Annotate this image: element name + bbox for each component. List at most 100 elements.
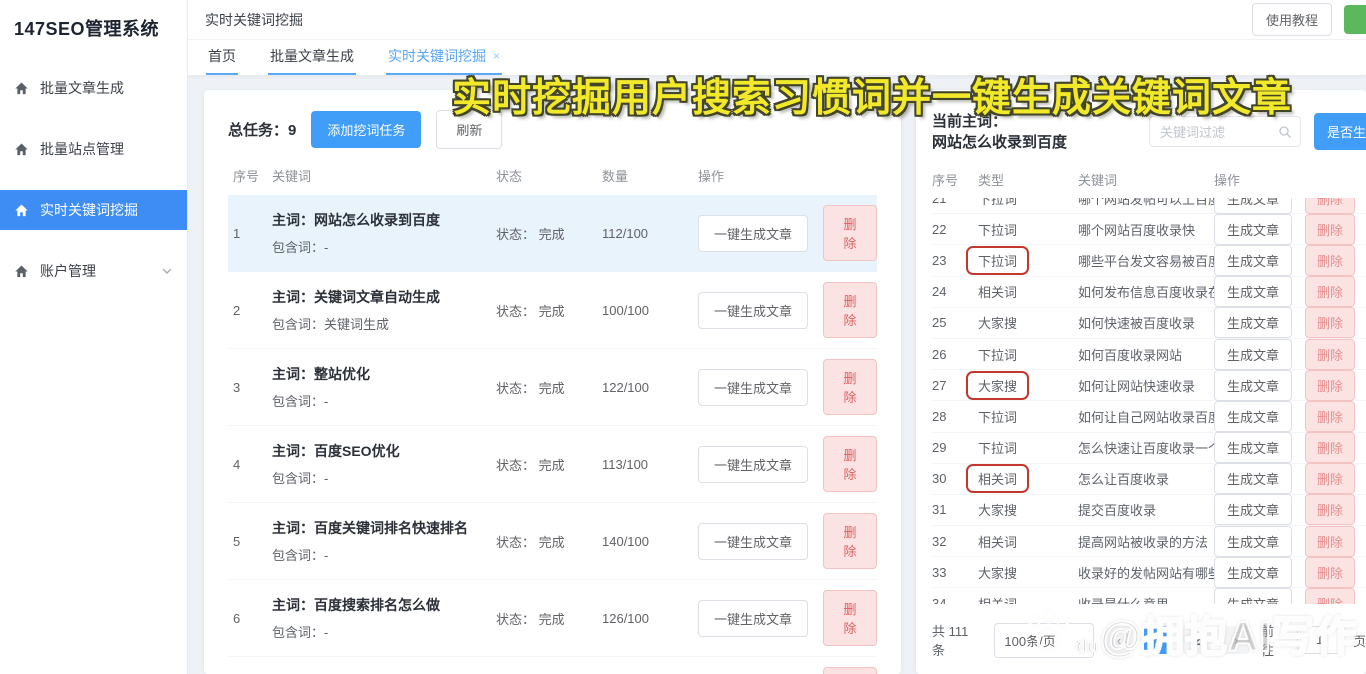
status-value: 完成 xyxy=(539,612,565,627)
generate-article-button[interactable]: 生成文章 xyxy=(1214,339,1292,370)
generate-article-button[interactable]: 一键生成文章 xyxy=(698,215,808,252)
include-words: 包含词：- xyxy=(272,237,486,256)
generate-article-button[interactable]: 生成文章 xyxy=(1214,432,1292,463)
sidebar-item-keyword-mining[interactable]: 实时关键词挖掘 xyxy=(0,190,187,230)
row-status: 状态： 完成 xyxy=(496,378,602,397)
keyword-type: 下拉词 xyxy=(978,345,1017,364)
delete-button[interactable]: 删除 xyxy=(823,590,877,646)
generate-article-button[interactable]: 一键生成文章 xyxy=(698,523,808,560)
delete-button[interactable]: 删除 xyxy=(1305,245,1355,276)
partial-green-button[interactable] xyxy=(1344,5,1366,34)
column-type: 类型 xyxy=(978,170,1078,189)
close-icon[interactable]: × xyxy=(493,50,500,62)
generate-article-button[interactable]: 生成文章 xyxy=(1214,370,1292,401)
table-row: 1 主词：网站怎么收录到百度 包含词：- 状态： 完成 112/100 一键生成… xyxy=(228,195,877,272)
include-words: 包含词：- xyxy=(272,545,486,564)
toggle-generate-button[interactable]: 是否生成 xyxy=(1314,113,1366,150)
row-keyword: 收录好的发帖网站有哪些 xyxy=(1078,563,1214,582)
table-row: 2 主词：关键词文章自动生成 包含词：关键词生成 状态： 完成 100/100 … xyxy=(228,272,877,349)
generate-article-button[interactable]: 生成文章 xyxy=(1214,494,1292,525)
delete-button[interactable]: 删除 xyxy=(1305,463,1355,494)
delete-button[interactable]: 删除 xyxy=(823,359,877,415)
row-type-cell: 下拉词 xyxy=(978,345,1078,364)
generate-article-button[interactable]: 生成文章 xyxy=(1214,401,1292,432)
status-value: 完成 xyxy=(539,535,565,550)
row-index: 3 xyxy=(228,380,272,395)
row-keyword: 怎么让百度收录 xyxy=(1078,469,1214,488)
sidebar-item-account[interactable]: 账户管理 xyxy=(0,251,187,291)
total-tasks-label: 总任务： xyxy=(228,122,288,139)
page-number-button[interactable]: 2 xyxy=(1183,626,1211,654)
row-keyword: 提高网站被收录的方法 xyxy=(1078,532,1214,551)
status-label: 状态： xyxy=(496,227,535,242)
keywords-table-viewport[interactable]: 21 下拉词 哪个网站发帖可以上百度首页 生成文章 删除 22 xyxy=(932,198,1366,604)
delete-button[interactable]: 删除 xyxy=(1305,276,1355,307)
generate-article-button[interactable]: 生成文章 xyxy=(1214,588,1292,604)
sidebar-item-batch-sites[interactable]: 批量站点管理 xyxy=(0,129,187,169)
delete-button[interactable]: 删除 xyxy=(823,436,877,492)
tutorial-button[interactable]: 使用教程 xyxy=(1252,3,1332,36)
row-keyword-cell: 主词：整站优化 包含词：- xyxy=(272,364,496,410)
delete-button[interactable]: 删除 xyxy=(1305,588,1355,604)
sidebar-item-batch-articles[interactable]: 批量文章生成 xyxy=(0,68,187,108)
delete-button[interactable]: 删除 xyxy=(823,513,877,569)
row-type-cell: 大家搜 xyxy=(978,371,1078,400)
row-actions: 生成文章 删除 xyxy=(1214,526,1366,557)
status-label: 状态： xyxy=(496,458,535,473)
delete-button[interactable]: 删除 xyxy=(1305,307,1355,338)
delete-button[interactable]: 删除 xyxy=(1305,526,1355,557)
generate-article-button[interactable]: 生成文章 xyxy=(1214,463,1292,494)
row-index: 22 xyxy=(932,222,978,237)
generate-article-button[interactable]: 生成文章 xyxy=(1214,198,1292,214)
goto-page-input[interactable]: 1 xyxy=(1297,626,1342,654)
table-row: 24 相关词 如何发布信息百度收录在首页 生成文章 删除 xyxy=(932,277,1366,308)
delete-button[interactable]: 删除 xyxy=(1305,370,1355,401)
generate-article-button[interactable]: 生成文章 xyxy=(1214,276,1292,307)
delete-button[interactable]: 删除 xyxy=(1305,494,1355,525)
table-row: 34 相关词 收录是什么意思 生成文章 删除 xyxy=(932,588,1366,604)
main-keyword: 主词：百度搜索排名怎么做 xyxy=(272,595,486,615)
delete-button[interactable]: 删除 xyxy=(823,282,877,338)
delete-button[interactable]: 删除 xyxy=(1305,401,1355,432)
generate-article-button[interactable]: 生成文章 xyxy=(1214,307,1292,338)
tab-batch-articles[interactable]: 批量文章生成 xyxy=(268,46,356,75)
include-words: 包含词：- xyxy=(272,622,486,641)
current-word-value: 网站怎么收录到百度 xyxy=(932,134,1067,151)
row-count: 112/100 xyxy=(602,226,698,241)
delete-button[interactable]: 删除 xyxy=(1305,214,1355,245)
prev-page-button[interactable]: ‹ xyxy=(1105,626,1133,654)
page-size-select[interactable]: 100条/页⌄ xyxy=(994,623,1094,658)
generate-article-button[interactable]: 生成文章 xyxy=(1214,245,1292,276)
page-number-button[interactable]: 1 xyxy=(1144,626,1172,654)
table-row: 7 主词：网站怎么做才有流量 包含词：- 状态： 完成 123/100 一键生成… xyxy=(228,657,877,674)
status-value: 完成 xyxy=(539,227,565,242)
delete-button[interactable]: 删除 xyxy=(1305,198,1355,214)
next-page-button[interactable]: › xyxy=(1222,626,1250,654)
table-row: 21 下拉词 哪个网站发帖可以上百度首页 生成文章 删除 xyxy=(932,198,1366,214)
delete-button[interactable]: 删除 xyxy=(1305,557,1355,588)
row-type-cell: 下拉词 xyxy=(978,198,1078,208)
delete-button[interactable]: 删除 xyxy=(1305,432,1355,463)
row-index: 4 xyxy=(228,457,272,472)
generate-article-button[interactable]: 生成文章 xyxy=(1214,526,1292,557)
table-row: 22 下拉词 哪个网站百度收录快 生成文章 删除 xyxy=(932,214,1366,245)
generate-article-button[interactable]: 一键生成文章 xyxy=(698,292,808,329)
generate-article-button[interactable]: 一键生成文章 xyxy=(698,600,808,637)
add-mining-task-button[interactable]: 添加挖词任务 xyxy=(311,111,421,148)
column-index: 序号 xyxy=(228,166,272,185)
row-actions: 生成文章 删除 xyxy=(1214,588,1366,604)
generate-article-button[interactable]: 生成文章 xyxy=(1214,557,1292,588)
delete-button[interactable]: 删除 xyxy=(1305,339,1355,370)
generate-article-button[interactable]: 一键生成文章 xyxy=(698,446,808,483)
row-actions: 生成文章 删除 xyxy=(1214,401,1366,432)
tab-home[interactable]: 首页 xyxy=(206,46,238,75)
generate-article-button[interactable]: 一键生成文章 xyxy=(698,369,808,406)
topbar: 实时关键词挖掘 使用教程 xyxy=(188,0,1366,40)
keyword-type: 下拉词 xyxy=(978,220,1017,239)
row-keyword: 提交百度收录 xyxy=(1078,500,1214,519)
row-type-cell: 大家搜 xyxy=(978,313,1078,332)
generate-article-button[interactable]: 生成文章 xyxy=(1214,214,1292,245)
row-type-cell: 相关词 xyxy=(978,464,1078,493)
delete-button[interactable]: 删除 xyxy=(823,205,877,261)
delete-button[interactable]: 删除 xyxy=(823,667,877,674)
